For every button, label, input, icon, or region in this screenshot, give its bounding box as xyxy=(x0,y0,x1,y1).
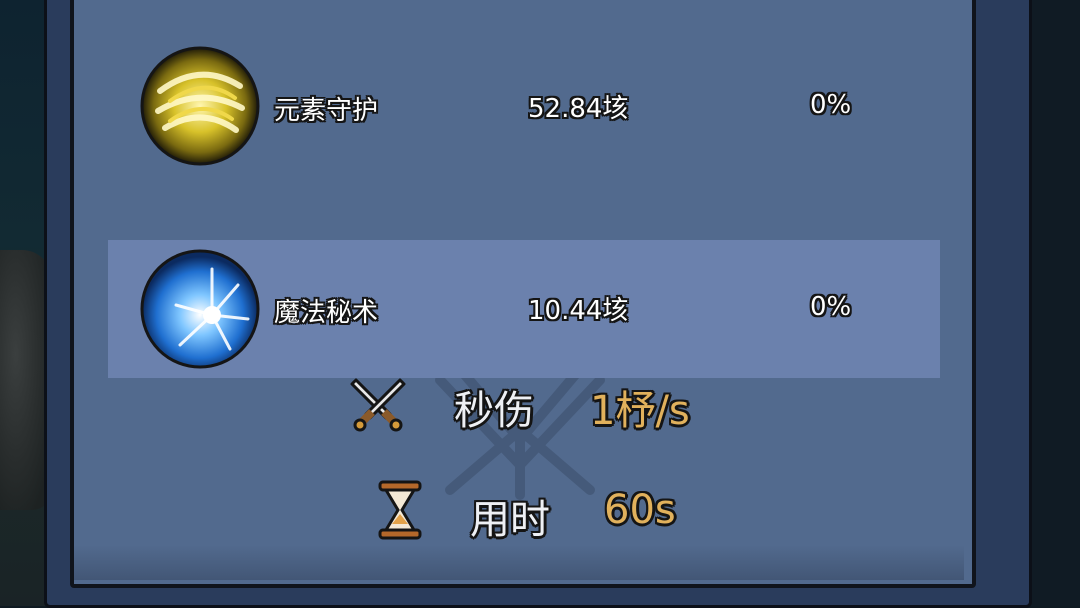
skill-damage: 52.84垓 xyxy=(528,94,629,124)
skill-name: 魔法秘术 xyxy=(274,298,379,328)
crossed-swords-icon xyxy=(350,378,406,432)
time-label: 用时 xyxy=(470,497,550,543)
golden-vortex-icon xyxy=(140,46,260,166)
blue-magic-orb-icon xyxy=(140,249,260,369)
hourglass-icon xyxy=(378,480,422,540)
dps-value: 1杼/s xyxy=(590,388,690,434)
skill-damage: 10.44垓 xyxy=(528,296,629,326)
skill-percent: 0% xyxy=(810,90,852,120)
panel-shadow xyxy=(74,545,964,580)
time-value: 60s xyxy=(604,487,676,533)
skill-percent: 0% xyxy=(810,292,852,322)
dps-label: 秒伤 xyxy=(454,388,534,434)
skill-name: 元素守护 xyxy=(274,96,379,126)
skill-row[interactable]: 元素守护 52.84垓 0% xyxy=(108,38,940,176)
skill-row-selected[interactable]: 魔法秘术 10.44垓 0% xyxy=(108,240,940,378)
